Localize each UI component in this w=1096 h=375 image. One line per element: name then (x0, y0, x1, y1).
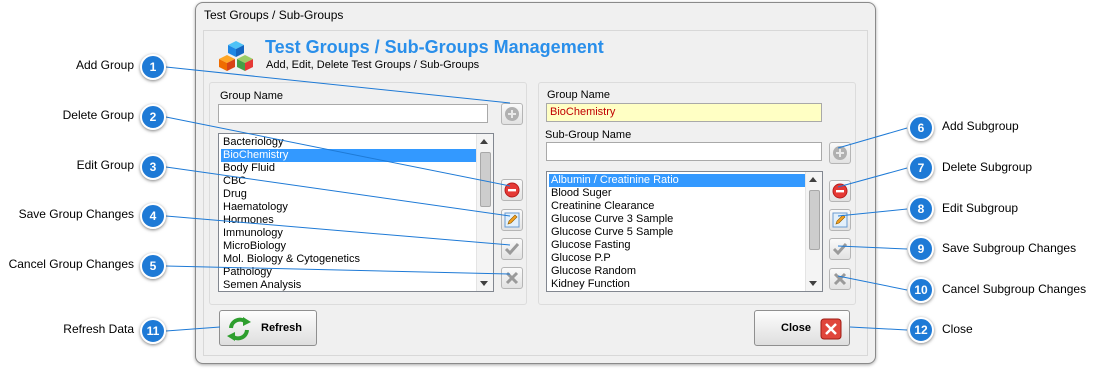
edit-pencil-icon (504, 212, 520, 228)
callout-badge: 2 (140, 104, 166, 130)
list-item[interactable]: BioChemistry (221, 149, 476, 162)
list-item[interactable]: Body Fluid (221, 162, 476, 175)
callout-label: Edit Subgroup (942, 201, 1019, 215)
callout-badge: 3 (140, 154, 166, 180)
scroll-thumb[interactable] (809, 190, 820, 250)
callout-badge: 7 (908, 155, 934, 181)
page-title: Test Groups / Sub-Groups Management (265, 37, 604, 57)
list-item[interactable]: MicroBiology (221, 240, 476, 253)
edit-group-button[interactable] (501, 209, 523, 231)
check-icon (504, 243, 520, 256)
cancel-group-button[interactable] (501, 267, 523, 289)
refresh-button[interactable]: Refresh (219, 310, 317, 346)
scroll-thumb[interactable] (480, 152, 491, 207)
callout-label: Refresh Data (63, 322, 134, 336)
cancel-x-icon (833, 272, 847, 286)
refresh-icon (227, 317, 251, 341)
page-subtitle: Add, Edit, Delete Test Groups / Sub-Grou… (266, 59, 480, 71)
scroll-up-icon[interactable] (480, 139, 488, 144)
scroll-down-icon[interactable] (480, 281, 488, 286)
list-item[interactable]: Albumin / Creatinine Ratio (549, 174, 805, 187)
cubes-logo-icon (219, 41, 253, 71)
group-name-input[interactable] (218, 104, 488, 123)
delete-group-button[interactable] (501, 179, 523, 201)
callout-badge: 1 (140, 54, 166, 80)
delete-icon (504, 182, 520, 198)
list-item[interactable]: Glucose Curve 5 Sample (549, 226, 805, 239)
callout-label: Close (942, 322, 973, 336)
scroll-up-icon[interactable] (809, 177, 817, 182)
check-icon (832, 243, 848, 256)
dialog-client-area: Test Groups / Sub-Groups Management Add,… (203, 30, 868, 356)
list-item[interactable]: Pathology (221, 266, 476, 279)
list-item[interactable]: Blood Suger (549, 187, 805, 200)
list-item[interactable]: Mol. Biology & Cytogenetics (221, 253, 476, 266)
callout-badge: 5 (140, 253, 166, 279)
list-item[interactable]: Hormones (221, 214, 476, 227)
callout-label: Cancel Group Changes (8, 257, 134, 271)
list-item[interactable]: CBC (221, 175, 476, 188)
callout-label: Save Group Changes (18, 207, 134, 221)
delete-icon (832, 183, 848, 199)
save-group-button[interactable] (501, 238, 523, 260)
callout-label: Cancel Subgroup Changes (942, 282, 1087, 296)
delete-subgroup-button[interactable] (829, 180, 851, 202)
refresh-button-label: Refresh (261, 322, 302, 334)
scroll-down-icon[interactable] (809, 281, 817, 286)
callout-badge: 12 (908, 317, 934, 343)
list-item[interactable]: Semen Analysis (221, 279, 476, 291)
add-subgroup-button[interactable] (829, 142, 851, 164)
list-item[interactable]: Glucose Curve 3 Sample (549, 213, 805, 226)
group-name-label: Group Name (220, 90, 283, 102)
subgroups-list-scrollbar[interactable] (805, 172, 822, 291)
cancel-x-icon (505, 271, 519, 285)
subgroups-list[interactable]: Albumin / Creatinine Ratio Blood Suger Cre… (546, 171, 823, 292)
close-button[interactable]: Close (754, 310, 850, 346)
list-item[interactable]: Glucose Random (549, 265, 805, 278)
close-button-label: Close (781, 322, 811, 334)
callout-badge: 9 (908, 236, 934, 262)
callout-label: Add Group (75, 58, 134, 72)
callout-badge: 8 (908, 196, 934, 222)
list-item[interactable]: Bacteriology (221, 136, 476, 149)
list-item[interactable]: Glucose Fasting (549, 239, 805, 252)
cancel-subgroup-button[interactable] (829, 268, 851, 290)
groups-list-scrollbar[interactable] (476, 134, 493, 291)
groups-list[interactable]: Bacteriology BioChemistry Body Fluid CBC Dru… (218, 133, 494, 292)
edit-pencil-icon (832, 212, 848, 228)
callout-badge: 4 (140, 203, 166, 229)
callout-badge: 11 (140, 318, 166, 344)
edit-subgroup-button[interactable] (829, 209, 851, 231)
callout-label: Edit Group (76, 158, 134, 172)
selected-group-field: BioChemistry (546, 103, 822, 122)
list-item[interactable]: Kidney Function (549, 278, 805, 291)
add-icon (833, 146, 847, 160)
add-group-button[interactable] (501, 103, 523, 125)
callout-label: Delete Subgroup (942, 160, 1033, 174)
list-item[interactable]: Immunology (221, 227, 476, 240)
list-item[interactable]: Drug (221, 188, 476, 201)
close-icon (820, 318, 842, 340)
save-subgroup-button[interactable] (829, 238, 851, 260)
callout-label: Add Subgroup (942, 119, 1019, 133)
subgroup-group-name-label: Group Name (547, 89, 610, 101)
subgroup-name-label: Sub-Group Name (545, 129, 632, 141)
callout-label: Save Subgroup Changes (942, 241, 1077, 255)
list-item[interactable]: Glucose P.P (549, 252, 805, 265)
subgroups-panel: Group Name BioChemistry Sub-Group Name A… (538, 82, 856, 305)
add-icon (505, 107, 519, 121)
window-title: Test Groups / Sub-Groups (204, 8, 344, 22)
groups-panel: Group Name Bacteriology BioChemistry Body … (209, 82, 527, 305)
callout-badge: 6 (908, 115, 934, 141)
list-item[interactable]: Creatinine Clearance (549, 200, 805, 213)
list-item[interactable]: Haematology (221, 201, 476, 214)
dialog-window: Test Groups / Sub-Groups Test Groups / S… (195, 2, 876, 364)
callout-label: Delete Group (62, 108, 134, 122)
subgroup-name-input[interactable] (546, 142, 822, 161)
callout-badge: 10 (908, 277, 934, 303)
